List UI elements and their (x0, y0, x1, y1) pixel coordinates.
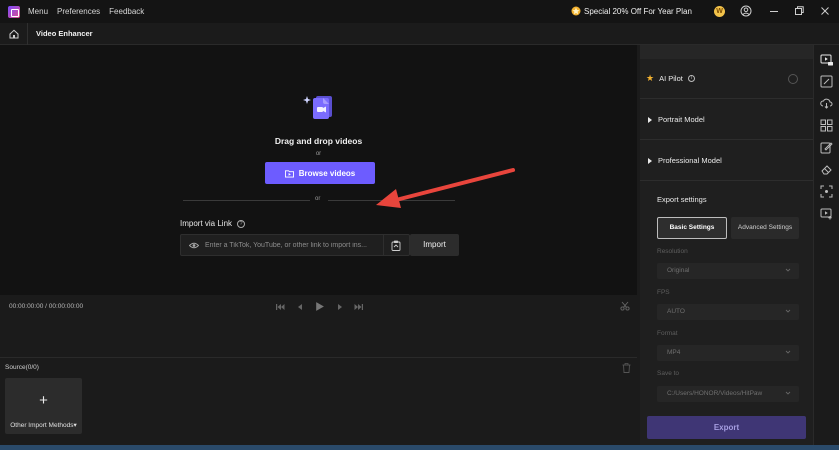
eraser-tool-icon[interactable] (820, 163, 833, 176)
feedback-button[interactable]: Feedback (109, 7, 144, 16)
chevron-down-icon: ▾ (73, 422, 77, 429)
basic-settings-tab[interactable]: Basic Settings (657, 217, 727, 239)
portrait-model-row[interactable]: Portrait Model (640, 100, 813, 140)
export-settings-title: Export settings (657, 195, 707, 204)
format-select[interactable]: MP4 (657, 345, 799, 361)
professional-model-row[interactable]: Professional Model (640, 141, 813, 181)
settings-panel: ★ AI Pilot i Portrait Model Professional… (640, 45, 813, 445)
save-to-select[interactable]: C:/Users/HONOR/Videos/HitPaw (657, 386, 799, 402)
crop-tool-icon[interactable] (820, 185, 833, 198)
or-divider-text: or (315, 196, 321, 202)
play-icon[interactable] (314, 301, 325, 312)
info-icon[interactable]: i (687, 75, 695, 82)
other-import-methods-text: Other Import Methods (10, 422, 74, 429)
portrait-model-label: Portrait Model (658, 115, 705, 124)
browse-videos-button[interactable]: Browse videos (265, 162, 375, 184)
save-to-value: C:/Users/HONOR/Videos/HitPaw (667, 390, 763, 397)
scissors-icon[interactable] (620, 301, 630, 311)
video-file-icon (303, 96, 332, 119)
annotation-arrow (376, 168, 515, 208)
playback-bar: 00:00:00:00 / 00:00:00:00 (0, 295, 637, 358)
browse-videos-label: Browse videos (298, 168, 356, 178)
close-icon[interactable] (819, 5, 831, 17)
divider (183, 200, 310, 201)
source-panel: Source(0/0) + Other Import Methods▾ (0, 359, 637, 445)
home-icon[interactable] (8, 28, 20, 40)
fps-label: FPS (657, 289, 670, 296)
restore-icon[interactable] (793, 5, 805, 17)
title-bar: Menu Preferences Feedback Special 20% Of… (0, 0, 839, 23)
import-via-link-label: Import via Link ? (180, 219, 246, 228)
divider (27, 23, 28, 45)
module-bar: Video Enhancer (0, 23, 839, 45)
other-import-methods-button[interactable]: + Other Import Methods▾ (5, 378, 82, 434)
video-add-tool-icon[interactable] (820, 207, 833, 220)
chevron-down-icon (785, 268, 791, 272)
or-text: or (315, 151, 322, 157)
resolution-value: Original (667, 267, 690, 274)
advanced-settings-tab[interactable]: Advanced Settings (731, 217, 799, 239)
help-icon[interactable]: ? (237, 219, 246, 228)
resolution-select[interactable]: Original (657, 263, 799, 279)
link-icon (189, 242, 199, 249)
skip-end-icon[interactable] (354, 302, 364, 312)
paste-icon[interactable] (391, 240, 401, 251)
previous-frame-icon[interactable] (295, 302, 305, 312)
grid-tool-icon[interactable] (820, 119, 833, 132)
edit-tool-icon[interactable] (820, 75, 833, 88)
professional-model-label: Professional Model (658, 156, 722, 165)
fps-value: AUTO (667, 308, 685, 315)
other-import-methods-label: Other Import Methods▾ (5, 421, 82, 429)
expand-arrow-icon (648, 116, 652, 123)
app-logo (8, 5, 20, 18)
link-input[interactable] (205, 238, 383, 253)
promo-banner[interactable]: Special 20% Off For Year Plan (571, 6, 692, 16)
resolution-label: Resolution (657, 248, 688, 255)
ai-pilot-radio[interactable] (788, 74, 798, 84)
expand-arrow-icon (648, 157, 652, 164)
divider (383, 235, 384, 255)
chevron-down-icon (785, 391, 791, 395)
video-enhancer-tool-icon[interactable] (820, 53, 833, 66)
preferences-button[interactable]: Preferences (57, 7, 100, 16)
format-label: Format (657, 330, 678, 337)
minimize-icon[interactable] (768, 5, 780, 17)
gift-icon (571, 6, 581, 16)
chevron-down-icon (785, 350, 791, 354)
ai-pilot-row[interactable]: ★ AI Pilot i (640, 59, 813, 99)
account-icon[interactable] (740, 5, 752, 17)
save-to-label: Save to (657, 370, 680, 377)
export-button[interactable]: Export (647, 416, 806, 439)
next-frame-icon[interactable] (335, 302, 345, 312)
tool-strip (813, 45, 839, 445)
coin-icon[interactable]: W (714, 6, 725, 17)
import-button[interactable]: Import (410, 234, 459, 256)
link-input-box (180, 234, 410, 256)
module-title: Video Enhancer (36, 29, 93, 38)
drag-drop-text: Drag and drop videos (274, 136, 363, 146)
fps-select[interactable]: AUTO (657, 304, 799, 320)
drop-zone[interactable]: Drag and drop videos or Browse videos or… (0, 45, 637, 295)
cloud-tool-icon[interactable] (820, 97, 833, 110)
taskbar-strip (0, 445, 839, 450)
star-icon: ★ (646, 73, 655, 83)
source-count-label: Source(0/0) (5, 364, 39, 371)
promo-text: Special 20% Off For Year Plan (584, 6, 692, 16)
ai-pilot-label: AI Pilot (659, 74, 683, 83)
pen-tool-icon[interactable] (820, 141, 833, 154)
trash-icon[interactable] (622, 363, 631, 373)
format-value: MP4 (667, 349, 681, 356)
import-via-link-text: Import via Link (180, 219, 233, 228)
skip-start-icon[interactable] (275, 302, 285, 312)
panel-header (640, 45, 813, 59)
folder-play-icon (284, 169, 294, 178)
chevron-down-icon (785, 309, 791, 313)
plus-icon: + (39, 392, 48, 409)
menu-button[interactable]: Menu (28, 7, 48, 16)
timecode: 00:00:00:00 / 00:00:00:00 (9, 303, 84, 310)
